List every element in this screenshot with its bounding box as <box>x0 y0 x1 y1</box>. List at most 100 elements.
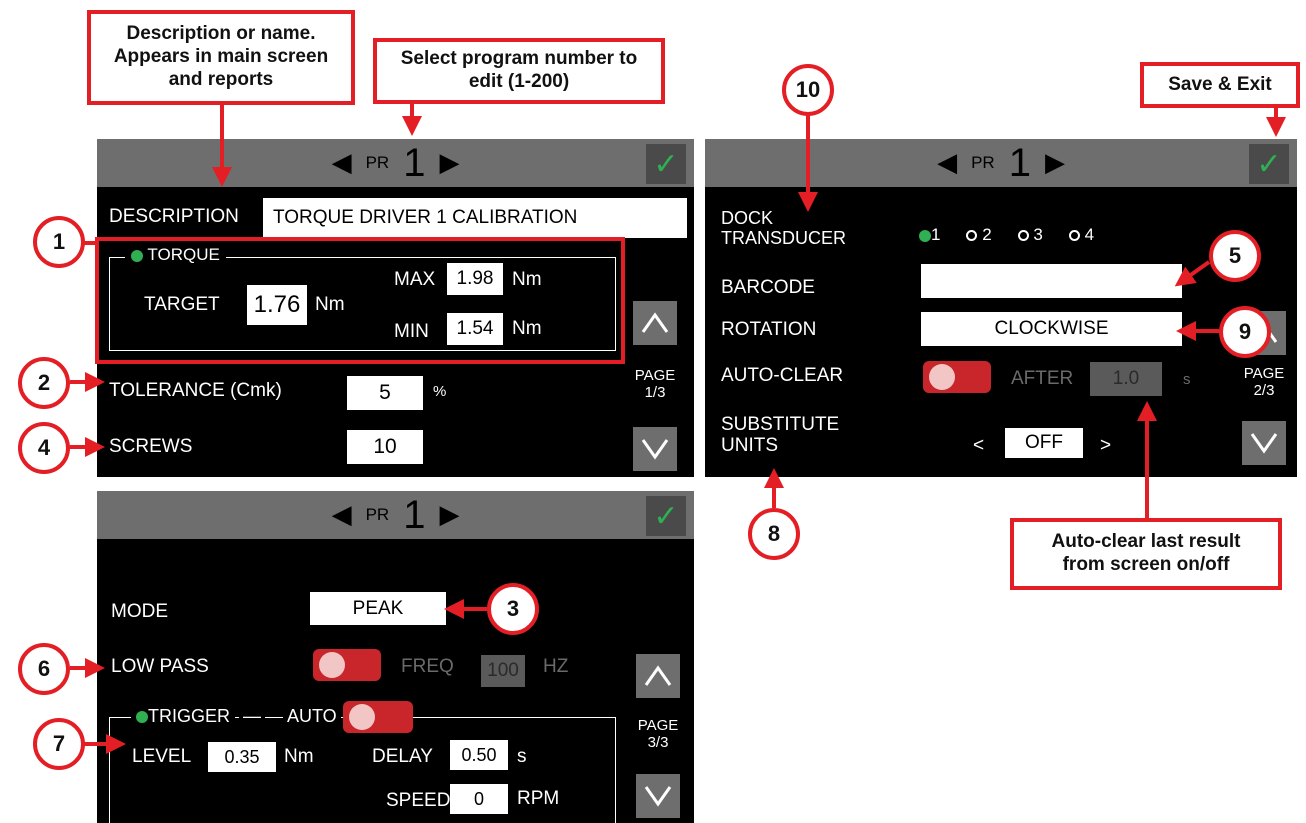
speed-input[interactable]: 0 <box>450 784 508 814</box>
dock-transducer-label: DOCK TRANSDUCER <box>721 208 847 249</box>
dock-label-line-2: TRANSDUCER <box>721 227 847 248</box>
trigger-auto-toggle[interactable] <box>343 701 413 733</box>
barcode-label: BARCODE <box>721 277 815 298</box>
prev-program-arrow-icon[interactable]: ◀ <box>332 500 352 530</box>
dock-option-3[interactable]: 3 <box>1017 225 1043 245</box>
description-callout: Description or name. Appears in main scr… <box>87 10 355 105</box>
substitute-units-label: SUBSTITUTE UNITS <box>721 414 840 457</box>
program-callout: Select program number to edit (1-200) <box>373 38 665 104</box>
next-program-arrow-icon[interactable]: ▶ <box>439 500 459 530</box>
autoclear-callout: Auto-clear last result from screen on/of… <box>1010 518 1282 590</box>
program-number: 1 <box>403 493 426 537</box>
badge-5: 5 <box>1209 230 1261 282</box>
description-input[interactable]: TORQUE DRIVER 1 CALIBRATION <box>263 198 687 238</box>
torque-legend: TORQUE <box>125 245 226 265</box>
screws-label: SCREWS <box>109 436 193 457</box>
substitute-line-2: UNITS <box>721 434 778 456</box>
delay-label: DELAY <box>372 746 433 767</box>
next-program-arrow-icon[interactable]: ▶ <box>1045 148 1065 178</box>
chevron-up-icon <box>644 665 672 686</box>
rotation-label: ROTATION <box>721 319 817 340</box>
substitute-prev-button[interactable]: < <box>973 435 984 457</box>
badge-2: 2 <box>18 357 70 409</box>
pr-label: PR <box>971 153 995 172</box>
radio-icon <box>1068 230 1080 242</box>
program-screen-page-1: ◀ PR 1 ▶ ✓ DESCRIPTION TORQUE DRIVER 1 C… <box>97 139 694 477</box>
badge-3: 3 <box>487 583 539 635</box>
trigger-legend-dash: — <box>239 706 265 727</box>
rotation-select[interactable]: CLOCKWISE <box>921 312 1182 346</box>
substitute-line-1: SUBSTITUTE <box>721 414 840 435</box>
page-up-button[interactable] <box>636 654 680 698</box>
save-callout: Save & Exit <box>1140 62 1300 108</box>
dock-option-4[interactable]: 4 <box>1068 225 1094 245</box>
mode-label: MODE <box>111 601 168 622</box>
screws-input[interactable]: 10 <box>347 430 423 464</box>
page-indicator: PAGE 2/3 <box>1239 365 1289 400</box>
after-unit: s <box>1183 371 1191 388</box>
page-down-button[interactable] <box>1242 421 1286 465</box>
max-input[interactable]: 1.98 <box>447 263 503 295</box>
low-pass-toggle[interactable] <box>313 649 381 681</box>
level-unit: Nm <box>284 746 314 767</box>
save-checkmark-icon[interactable]: ✓ <box>1249 144 1289 184</box>
page-number: 1/3 <box>644 384 666 402</box>
max-label: MAX <box>394 269 436 290</box>
substitute-units-value: OFF <box>1005 428 1083 458</box>
min-label: MIN <box>394 321 429 342</box>
badge-9: 9 <box>1219 306 1271 358</box>
trigger-legend-text: TRIGGER <box>148 706 231 726</box>
badge-6: 6 <box>18 643 70 695</box>
page-indicator: PAGE 3/3 <box>633 717 683 752</box>
program-number: 1 <box>1008 141 1031 185</box>
save-checkmark-icon[interactable]: ✓ <box>646 496 686 536</box>
page-down-button[interactable] <box>636 774 680 818</box>
dock-option-2[interactable]: 2 <box>966 225 992 245</box>
page-number: 2/3 <box>1253 382 1275 400</box>
dock-label-line-1: DOCK <box>721 208 774 228</box>
toggle-knob <box>319 652 345 678</box>
program-screen-page-2: ◀ PR 1 ▶ ✓ DOCK TRANSDUCER 1 2 3 4 BARCO… <box>705 139 1297 477</box>
page-indicator: PAGE 1/3 <box>630 367 680 402</box>
header-bar: ◀ PR 1 ▶ ✓ <box>705 139 1297 187</box>
badge-4: 4 <box>18 422 70 474</box>
target-label: TARGET <box>144 294 220 315</box>
next-program-arrow-icon[interactable]: ▶ <box>439 148 459 178</box>
prev-program-arrow-icon[interactable]: ◀ <box>332 148 352 178</box>
radio-icon <box>1017 230 1029 242</box>
chevron-up-icon <box>641 312 669 333</box>
torque-legend-text: TORQUE <box>147 245 220 264</box>
radio-selected-icon <box>919 229 931 242</box>
chevron-down-icon <box>641 439 669 460</box>
mode-select[interactable]: PEAK <box>310 592 446 625</box>
page-down-button[interactable] <box>633 427 677 471</box>
save-checkmark-icon[interactable]: ✓ <box>646 144 686 184</box>
dock-option-1[interactable]: 1 <box>919 225 940 245</box>
prev-program-arrow-icon[interactable]: ◀ <box>937 148 957 178</box>
low-pass-label: LOW PASS <box>111 656 209 677</box>
after-input[interactable]: 1.0 <box>1090 362 1162 396</box>
torque-status-dot-icon <box>131 249 143 262</box>
dock-radio-group: 1 2 3 4 <box>919 225 1094 245</box>
page-label: PAGE <box>1243 365 1285 382</box>
substitute-next-button[interactable]: > <box>1100 435 1111 457</box>
description-label: DESCRIPTION <box>109 206 239 227</box>
badge-10: 10 <box>782 64 834 116</box>
freq-unit: HZ <box>543 656 569 677</box>
chevron-down-icon <box>644 786 672 807</box>
auto-clear-toggle[interactable] <box>923 361 991 393</box>
tolerance-input[interactable]: 5 <box>347 376 423 410</box>
page-number: 3/3 <box>647 734 669 752</box>
target-input[interactable]: 1.76 <box>247 285 307 325</box>
barcode-input[interactable] <box>921 264 1182 298</box>
freq-input[interactable]: 100 <box>481 655 525 687</box>
min-input[interactable]: 1.54 <box>447 313 503 345</box>
header-bar: ◀ PR 1 ▶ ✓ <box>97 491 694 539</box>
trigger-status-dot-icon <box>136 711 148 724</box>
badge-7: 7 <box>33 718 85 770</box>
delay-input[interactable]: 0.50 <box>450 740 508 770</box>
auto-clear-label: AUTO-CLEAR <box>721 365 844 386</box>
badge-8: 8 <box>748 508 800 560</box>
page-up-button[interactable] <box>633 301 677 345</box>
level-input[interactable]: 0.35 <box>208 742 276 772</box>
